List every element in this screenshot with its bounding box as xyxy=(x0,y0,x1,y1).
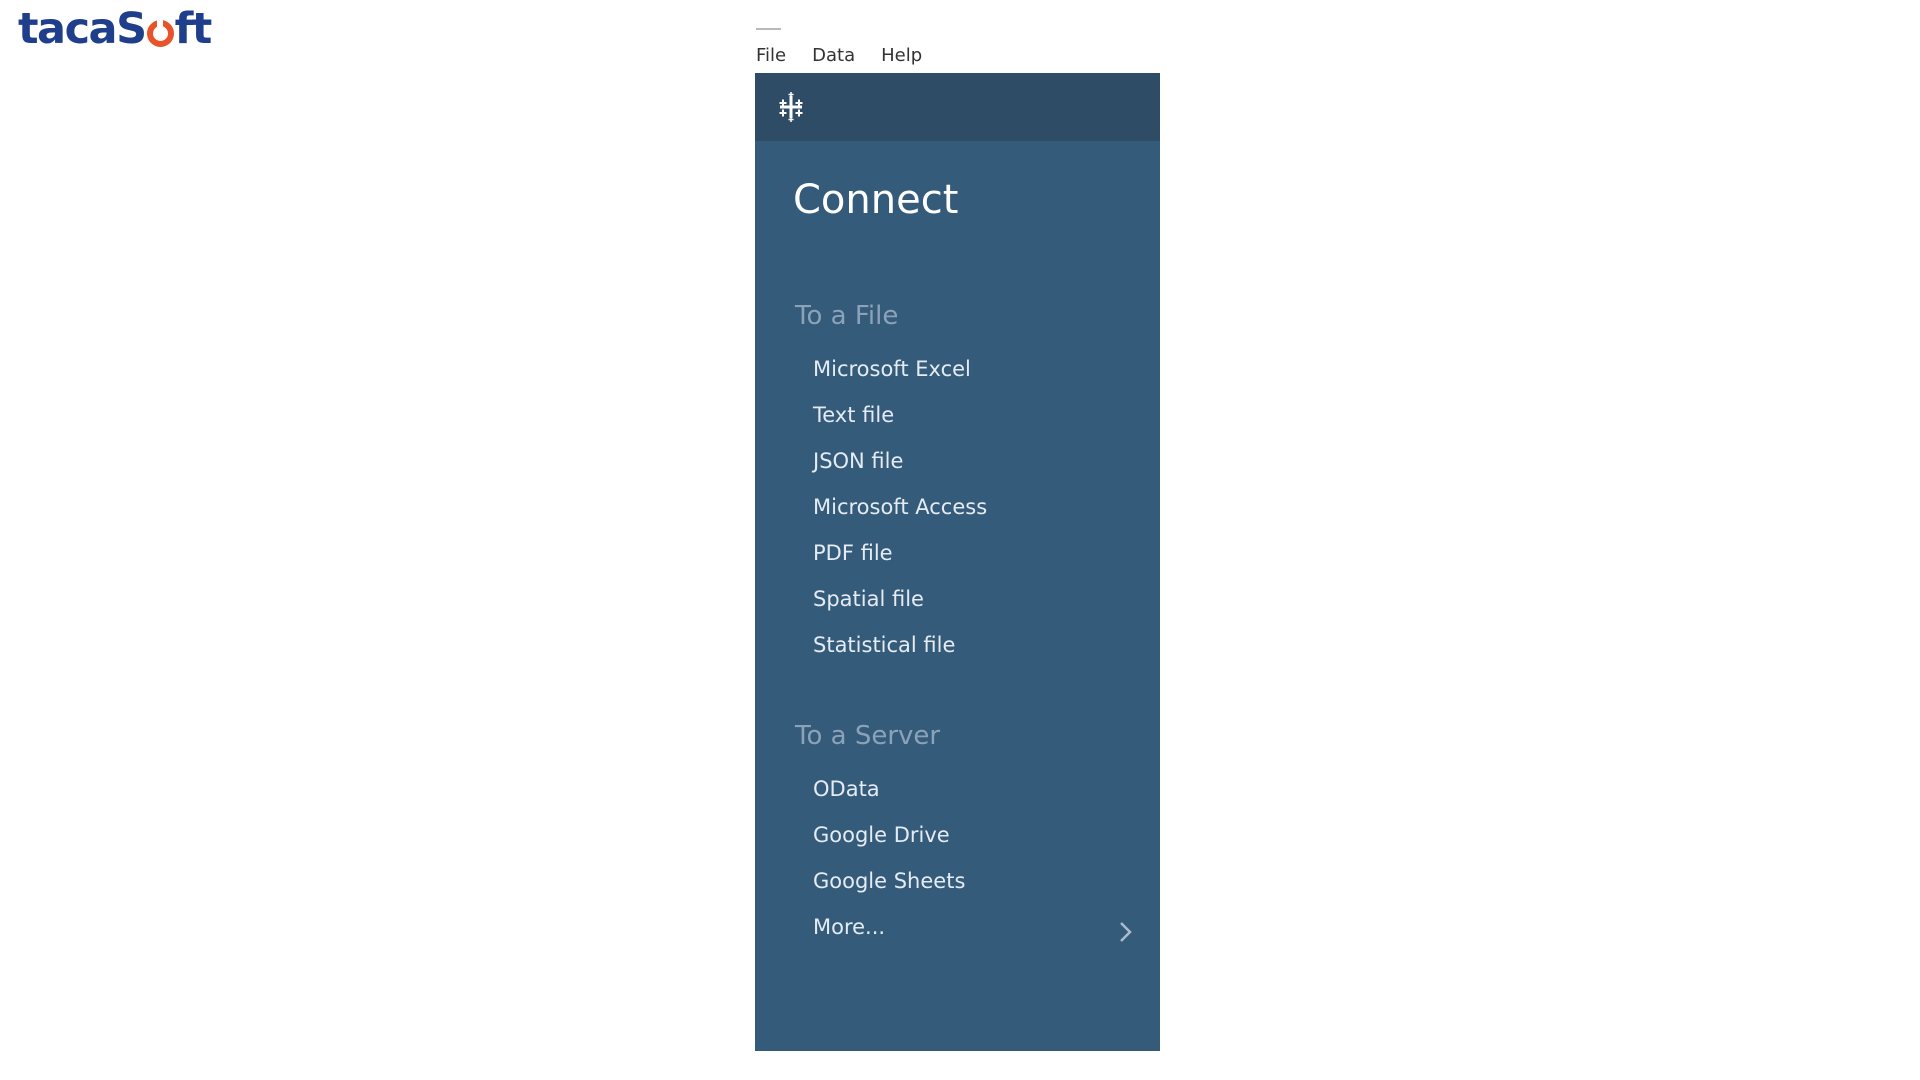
logo-text-end: ft xyxy=(174,3,213,54)
tacasoft-logo: taca Sft xyxy=(18,3,213,54)
connect-microsoft-access[interactable]: Microsoft Access xyxy=(813,495,987,519)
connect-google-sheets[interactable]: Google Sheets xyxy=(813,869,965,893)
connect-pdf-file[interactable]: PDF file xyxy=(813,541,893,565)
menubar-divider xyxy=(756,28,781,30)
connect-more[interactable]: More... xyxy=(813,915,885,939)
connect-json-file[interactable]: JSON file xyxy=(813,449,903,473)
connect-title: Connect xyxy=(793,177,959,223)
connect-google-drive[interactable]: Google Drive xyxy=(813,823,950,847)
logo-text-start: taca xyxy=(18,3,118,54)
to-a-server-heading: To a Server xyxy=(795,721,941,751)
connect-statistical-file[interactable]: Statistical file xyxy=(813,633,955,657)
panel-header-bar xyxy=(755,73,1160,141)
menubar: File Data Help xyxy=(756,42,948,68)
logo-text-s: S xyxy=(116,3,147,54)
connect-spatial-file[interactable]: Spatial file xyxy=(813,587,924,611)
menu-file[interactable]: File xyxy=(756,45,786,66)
connect-text-file[interactable]: Text file xyxy=(813,403,894,427)
tableau-logo-icon[interactable] xyxy=(775,91,807,123)
chevron-right-icon[interactable] xyxy=(1113,920,1137,944)
to-a-file-heading: To a File xyxy=(795,301,899,331)
menu-data[interactable]: Data xyxy=(812,45,855,66)
connect-odata[interactable]: OData xyxy=(813,777,880,801)
menu-help[interactable]: Help xyxy=(881,45,922,66)
logo-o-power-icon xyxy=(146,18,174,47)
connect-panel: Connect To a File Microsoft Excel Text f… xyxy=(755,73,1160,1051)
connect-microsoft-excel[interactable]: Microsoft Excel xyxy=(813,357,971,381)
